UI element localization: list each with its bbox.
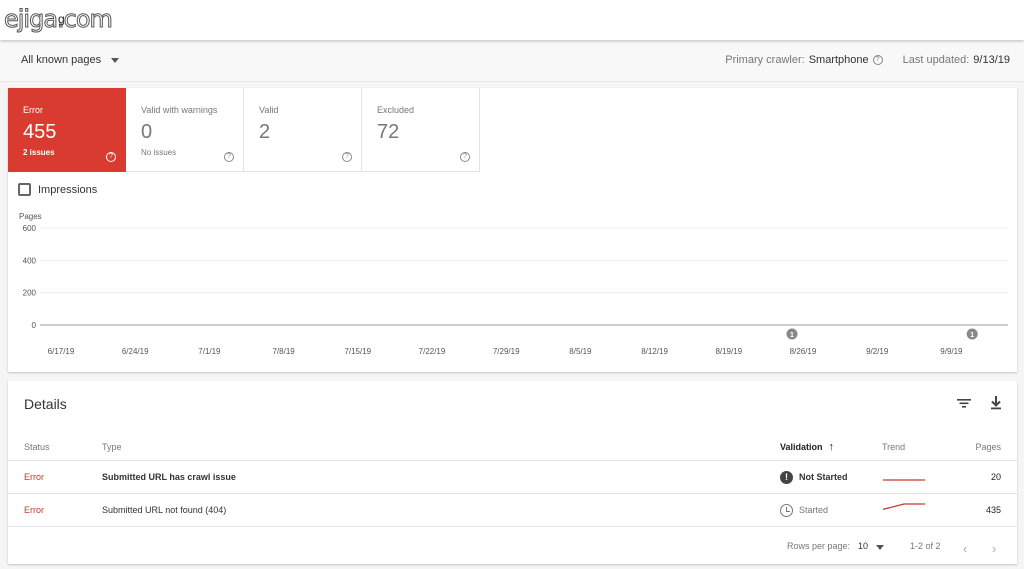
arrow-up-icon: ↑: [828, 441, 835, 453]
row-validation: ! Not Started: [780, 461, 848, 494]
x-tick-label: 7/8/19: [272, 347, 295, 356]
header-validation-label: Validation: [780, 442, 823, 452]
row-validation-label: Not Started: [799, 472, 848, 482]
header-pages[interactable]: Pages: [975, 433, 1001, 461]
header-type[interactable]: Type: [102, 433, 122, 461]
help-icon[interactable]: ?: [460, 152, 470, 162]
x-tick-label: 9/9/19: [940, 347, 963, 356]
caret-down-icon[interactable]: [876, 545, 884, 550]
x-tick-label: 7/29/19: [493, 347, 520, 356]
table-footer: Rows per page: 10 1-2 of 2 ‹ ›: [8, 531, 1017, 561]
row-validation: Started: [780, 494, 828, 527]
x-tick-label: 9/2/19: [866, 347, 889, 356]
tile-label: Valid: [259, 105, 279, 115]
download-icon[interactable]: [986, 393, 1006, 413]
details-card: Details Status Type Validation ↑ Trend P…: [8, 381, 1017, 564]
trend-sparkline: [883, 479, 925, 481]
y-axis-label: Pages: [19, 212, 42, 221]
help-icon[interactable]: ?: [224, 152, 234, 162]
updated-value: 9/13/19: [973, 54, 1010, 66]
exclamation-icon: !: [780, 471, 793, 484]
trend-line: [882, 503, 925, 511]
pages-filter-label: All known pages: [21, 54, 102, 66]
page-range: 1-2 of 2: [910, 541, 941, 551]
tile-value: 455: [23, 121, 57, 143]
tile-label: Excluded: [377, 105, 415, 115]
x-tick-label: 7/22/19: [419, 347, 446, 356]
clock-icon: [780, 504, 793, 517]
filter-bar: All known pages Primary crawler: Smartph…: [0, 40, 1024, 82]
header-validation[interactable]: Validation ↑: [780, 433, 834, 461]
caret-down-icon: [111, 57, 120, 63]
x-tick-label: 8/19/19: [715, 347, 742, 356]
pages-bar-chart: Pages 0 200 400 600 6/17/19 6/24/19 7/1/19 7/8/1…: [19, 212, 1008, 356]
x-tick-label: 8/26/19: [790, 347, 817, 356]
tile-excluded[interactable]: Excluded 72 ?: [362, 88, 480, 172]
annotation-label: 1: [970, 332, 974, 339]
trend-sparkline: [882, 503, 925, 511]
row-pages: 435: [985, 505, 1001, 515]
tile-label: Valid with warnings: [141, 105, 218, 115]
row-type: Submitted URL has crawl issue: [102, 472, 236, 482]
chevron-left-icon[interactable]: ‹: [963, 541, 967, 556]
y-tick-label: 600: [23, 224, 37, 233]
updated-label: Last updated:: [902, 54, 970, 66]
tile-value: 72: [377, 121, 400, 143]
tile-error[interactable]: Error 455 2 issues ?: [8, 88, 126, 172]
row-pages: 20: [990, 472, 1001, 482]
y-tick-label: 0: [32, 321, 37, 330]
row-status: Error: [24, 505, 44, 515]
rows-per-page-label: Rows per page:: [787, 541, 851, 551]
top-bar: ejiga.com g: [0, 0, 1024, 40]
table-header: Status Type Validation ↑ Trend Pages: [8, 433, 1017, 461]
tile-label: Error: [23, 105, 43, 115]
tile-value: 0: [141, 121, 153, 143]
x-tick-label: 6/17/19: [48, 347, 75, 356]
table-row[interactable]: Error Submitted URL has crawl issue ! No…: [8, 461, 1017, 494]
x-tick-label: 7/15/19: [344, 347, 371, 356]
impressions-label: Impressions: [38, 183, 98, 196]
table-row[interactable]: Error Submitted URL not found (404) Star…: [8, 494, 1017, 527]
x-tick-label: 7/1/19: [198, 347, 221, 356]
impressions-checkbox[interactable]: Impressions: [18, 183, 97, 196]
tile-value: 2: [259, 121, 271, 143]
header-trend: Trend: [882, 442, 906, 452]
tile-valid[interactable]: Valid 2 ?: [244, 88, 362, 172]
x-tick-label: 6/24/19: [122, 347, 149, 356]
annotation-label: 1: [790, 332, 794, 339]
rows-per-page-select[interactable]: 10: [858, 541, 868, 551]
row-status: Error: [24, 472, 44, 482]
help-icon[interactable]: ?: [342, 152, 352, 162]
checkbox-icon[interactable]: [18, 183, 31, 196]
pages-filter-dropdown[interactable]: All known pages: [21, 54, 120, 66]
y-tick-label: 400: [23, 256, 37, 265]
crawler-label: Primary crawler:: [725, 54, 805, 66]
y-tick-label: 200: [23, 289, 37, 298]
help-icon[interactable]: ?: [872, 55, 883, 65]
x-tick-label: 8/12/19: [641, 347, 668, 356]
crawler-value: Smartphone: [808, 54, 869, 66]
chevron-right-icon[interactable]: ›: [992, 541, 996, 556]
search-query[interactable]: g: [58, 12, 65, 26]
header-status[interactable]: Status: [24, 433, 50, 461]
details-title: Details: [24, 396, 67, 412]
x-tick-label: 8/5/19: [569, 347, 592, 356]
summary-card: Error 455 2 issues ? Valid with warnings…: [8, 88, 1017, 372]
crawler-meta: Primary crawler: Smartphone ? Last updat…: [725, 54, 1010, 66]
filter-icon[interactable]: [954, 393, 974, 413]
status-tiles: Error 455 2 issues ? Valid with warnings…: [8, 88, 480, 172]
help-icon[interactable]: ?: [106, 152, 116, 162]
row-validation-label: Started: [799, 505, 829, 515]
tile-valid-with-warnings[interactable]: Valid with warnings 0 No issues ?: [126, 88, 244, 172]
row-type: Submitted URL not found (404): [102, 505, 227, 515]
